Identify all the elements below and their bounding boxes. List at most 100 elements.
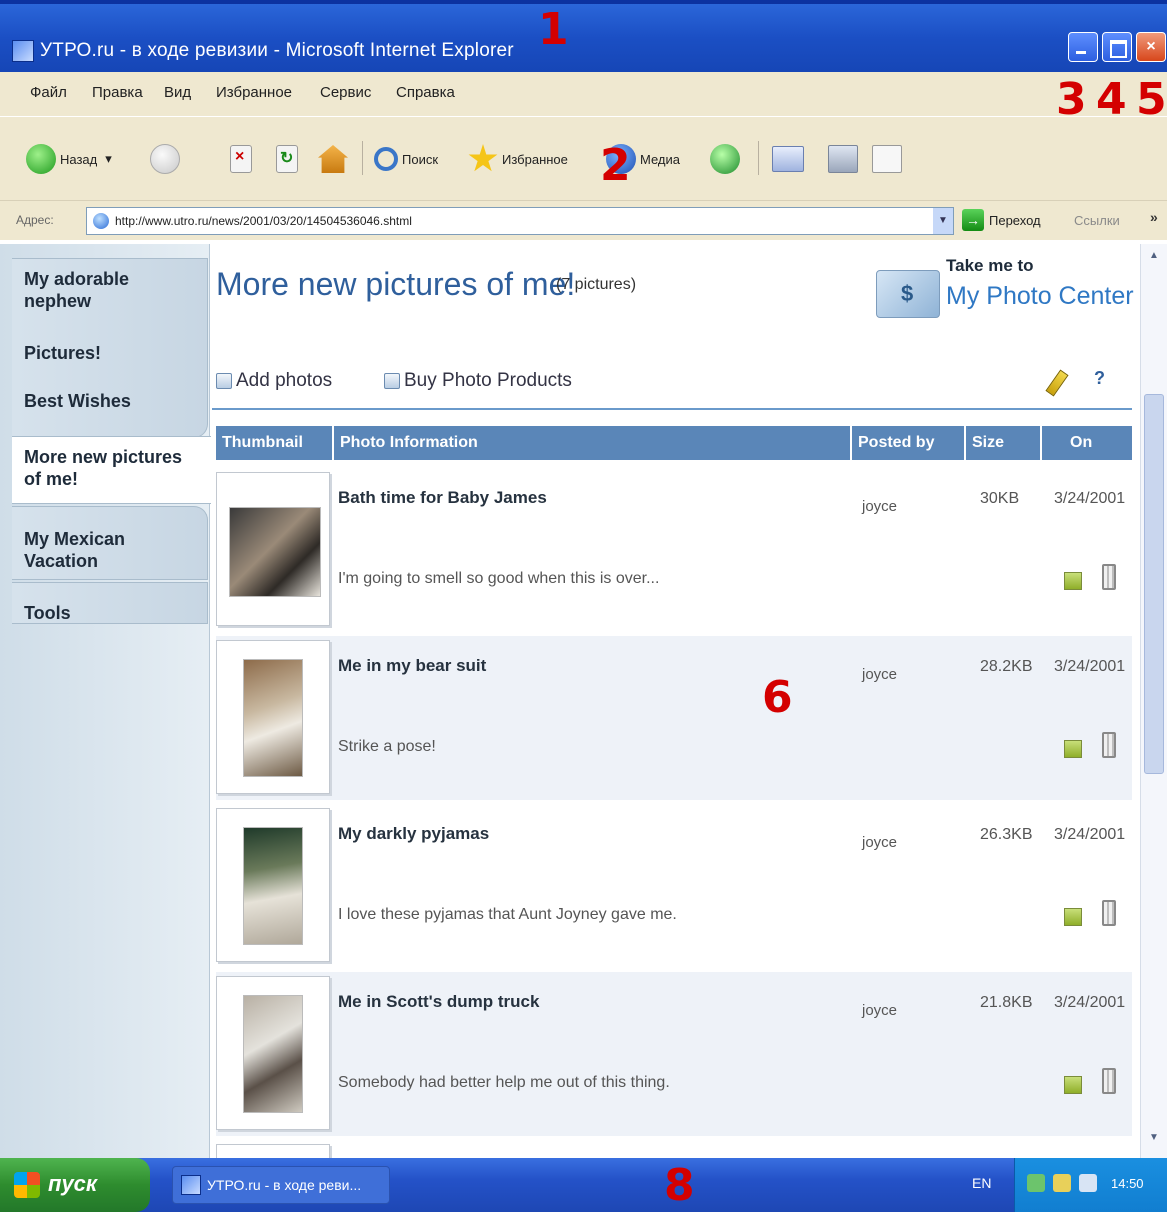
table-header: Thumbnail Photo Information Posted by Si…	[216, 426, 1132, 460]
links-button[interactable]: Ссылки	[1074, 213, 1120, 228]
close-icon: ×	[1146, 38, 1156, 55]
favorites-button[interactable]: Избранное	[468, 141, 568, 177]
menu-edit[interactable]: Правка	[92, 84, 143, 101]
edit-icon[interactable]	[1062, 902, 1084, 926]
sidebar-item-mexican-vacation[interactable]: My Mexican Vacation	[24, 528, 125, 572]
vertical-scrollbar[interactable]: ▲ ▼	[1140, 244, 1167, 1158]
sidebar-item-best-wishes[interactable]: Best Wishes	[24, 390, 131, 412]
photo-description: I love these pyjamas that Aunt Joyney ga…	[338, 906, 677, 923]
refresh-button[interactable]	[276, 141, 302, 177]
column-header-posted-by[interactable]: Posted by	[852, 426, 966, 460]
search-button[interactable]: Поиск	[374, 141, 438, 177]
trash-icon[interactable]	[1102, 564, 1116, 590]
stop-button[interactable]	[230, 141, 256, 177]
photo-center-link[interactable]: Take me to My Photo Center	[876, 250, 1136, 322]
edit-icon[interactable]	[1062, 734, 1084, 758]
go-button[interactable]: → Переход	[962, 209, 1041, 231]
trash-icon[interactable]	[1102, 900, 1116, 926]
table-row[interactable]: My darkly pyjamas I love these pyjamas t…	[216, 804, 1132, 968]
print-button[interactable]	[828, 141, 862, 177]
system-tray: 14:50	[1014, 1158, 1167, 1212]
mail-button[interactable]	[772, 141, 808, 177]
start-button[interactable]: пуск	[0, 1158, 150, 1212]
scroll-thumb[interactable]	[1144, 394, 1164, 774]
back-button[interactable]: Назад ▾	[26, 141, 112, 177]
trash-icon[interactable]	[1102, 732, 1116, 758]
search-icon	[374, 147, 398, 171]
volume-icon[interactable]	[1053, 1174, 1071, 1192]
annotation-label: 1	[538, 4, 569, 55]
address-input[interactable]: http://www.utro.ru/news/2001/03/20/14504…	[86, 207, 954, 235]
photo-date: 3/24/2001	[1054, 658, 1126, 675]
menu-help[interactable]: Справка	[396, 84, 455, 101]
address-dropdown-icon[interactable]: ▼	[933, 208, 953, 234]
tray-app-icon[interactable]	[1079, 1174, 1097, 1192]
add-photos-link[interactable]: Add photos	[216, 370, 332, 392]
photo-title[interactable]: Me in my bear suit	[338, 656, 486, 676]
title-bar[interactable]: УТРО.ru - в ходе ревизии - Microsoft Int…	[0, 0, 1167, 72]
history-button[interactable]	[710, 141, 744, 177]
sidebar-item-pictures[interactable]: Pictures!	[24, 342, 101, 364]
trash-icon[interactable]	[1102, 1068, 1116, 1094]
sidebar-item-label: My Mexican	[24, 529, 126, 549]
taskbar: пуск УТРО.ru - в ходе реви... EN 14:50	[0, 1158, 1167, 1212]
minimize-button[interactable]	[1068, 32, 1098, 62]
photo-title[interactable]: Me in Scott's dump truck	[338, 992, 539, 1012]
sidebar-item-label: of me!	[24, 469, 78, 489]
photo-thumbnail[interactable]	[216, 640, 330, 794]
refresh-icon	[276, 145, 298, 173]
home-button[interactable]	[318, 141, 352, 177]
language-indicator[interactable]: EN	[972, 1175, 991, 1191]
links-chevron-icon[interactable]: »	[1150, 209, 1158, 225]
minimize-icon	[1069, 33, 1097, 61]
column-header-thumbnail[interactable]: Thumbnail	[216, 426, 334, 460]
divider	[212, 408, 1132, 410]
edit-icon[interactable]	[1062, 1070, 1084, 1094]
buy-photo-products-link[interactable]: Buy Photo Products	[384, 370, 572, 392]
annotation-label: 3	[1056, 74, 1087, 125]
picture-count: (7 pictures)	[556, 276, 637, 293]
column-header-size[interactable]: Size	[966, 426, 1042, 460]
menu-tools[interactable]: Сервис	[320, 84, 371, 101]
edit-icon[interactable]	[1062, 566, 1084, 590]
network-icon[interactable]	[1027, 1174, 1045, 1192]
close-button[interactable]: ×	[1136, 32, 1166, 62]
sidebar-item-more-new-pictures[interactable]: More new pictures of me!	[24, 446, 182, 490]
table-row[interactable]: Me in my bear suit Strike a pose! joyce …	[216, 636, 1132, 800]
column-header-on[interactable]: On	[1042, 426, 1132, 460]
sidebar-item-adorable-nephew[interactable]: My adorable nephew	[24, 268, 129, 312]
menu-file[interactable]: Файл	[30, 84, 67, 101]
search-label: Поиск	[402, 151, 439, 167]
photo-center-label[interactable]: My Photo Center	[946, 282, 1134, 311]
photo-title[interactable]: Bath time for Baby James	[338, 488, 547, 508]
help-icon[interactable]: ?	[1094, 368, 1105, 389]
sidebar-item-label: nephew	[24, 291, 92, 311]
photo-thumbnail[interactable]	[216, 808, 330, 962]
sidebar-item-tools[interactable]: Tools	[24, 602, 71, 624]
table-row[interactable]: Me in Scott's dump truck Somebody had be…	[216, 972, 1132, 1136]
address-url[interactable]: http://www.utro.ru/news/2001/03/20/14504…	[115, 214, 412, 228]
page-icon	[93, 213, 109, 229]
photo-thumbnail[interactable]	[216, 472, 330, 626]
table-row[interactable]: Bath time for Baby James I'm going to sm…	[216, 468, 1132, 632]
photo-thumbnail[interactable]	[216, 976, 330, 1130]
maximize-button[interactable]	[1102, 32, 1132, 62]
thumbnail-image	[229, 507, 321, 597]
taskbar-window-button[interactable]: УТРО.ru - в ходе реви...	[172, 1166, 390, 1204]
scroll-down-icon[interactable]: ▼	[1144, 1132, 1164, 1150]
scroll-up-icon[interactable]: ▲	[1144, 250, 1164, 268]
forward-button[interactable]	[150, 141, 184, 177]
photo-title[interactable]: My darkly pyjamas	[338, 824, 489, 844]
address-label: Адрес:	[16, 213, 54, 227]
photo-thumbnail[interactable]	[216, 1144, 330, 1158]
menu-favorites[interactable]: Избранное	[216, 84, 292, 101]
table-row[interactable]	[216, 1140, 1132, 1158]
edit-pencil-icon[interactable]	[1044, 368, 1068, 396]
column-header-photo-information[interactable]: Photo Information	[334, 426, 852, 460]
edit-button[interactable]	[872, 141, 906, 177]
annotation-label: 5	[1136, 74, 1167, 125]
back-dropdown-icon[interactable]: ▾	[105, 151, 112, 167]
menu-view[interactable]: Вид	[164, 84, 191, 101]
photo-size: 28.2KB	[980, 658, 1033, 675]
go-arrow-icon: →	[962, 209, 984, 231]
